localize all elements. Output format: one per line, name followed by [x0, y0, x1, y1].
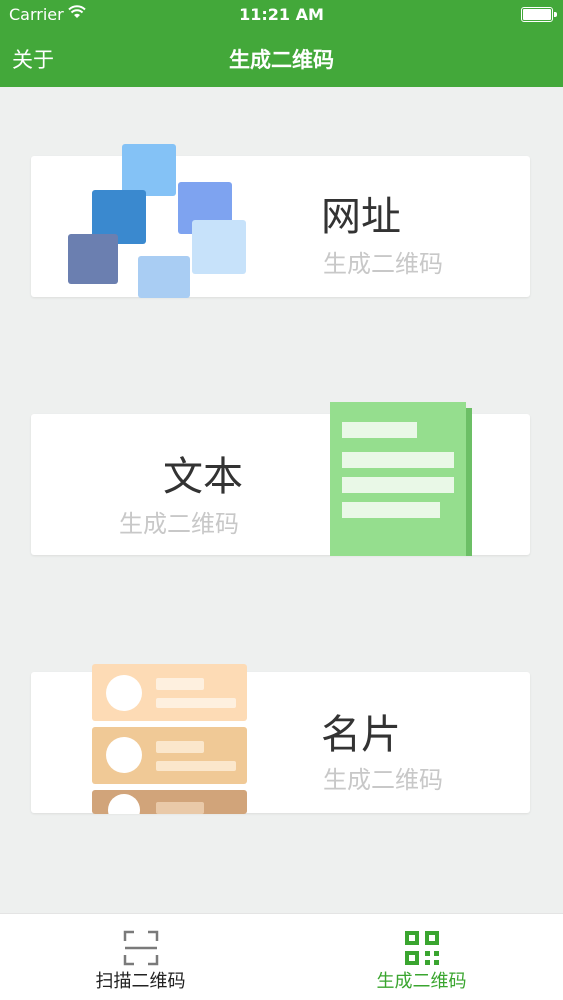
battery-icon — [521, 7, 557, 22]
document-icon — [330, 402, 472, 556]
tab-scan[interactable]: 扫描二维码 — [0, 914, 281, 1000]
card-subtitle: 生成二维码 — [323, 250, 443, 278]
scan-frame-icon — [123, 930, 158, 966]
qr-code-icon — [404, 931, 439, 965]
tab-generate[interactable]: 生成二维码 — [281, 914, 562, 1000]
tab-bar: 扫描二维码 生成二维码 — [0, 913, 563, 1000]
card-title: 网址 — [321, 194, 401, 240]
page-title: 生成二维码 — [229, 48, 334, 72]
status-bar: Carrier 11:21 AM — [0, 0, 563, 30]
card-subtitle: 生成二维码 — [119, 510, 239, 538]
clock: 11:21 AM — [239, 5, 324, 24]
tab-label: 生成二维码 — [376, 971, 467, 992]
card-title: 名片 — [321, 712, 401, 758]
contact-cards-icon — [92, 664, 247, 814]
card-title: 文本 — [163, 454, 243, 500]
card-subtitle: 生成二维码 — [323, 766, 443, 794]
top-bar: Carrier 11:21 AM 关于 生成二维码 — [0, 0, 563, 87]
tab-label: 扫描二维码 — [95, 971, 186, 992]
url-squares-icon — [68, 144, 246, 298]
